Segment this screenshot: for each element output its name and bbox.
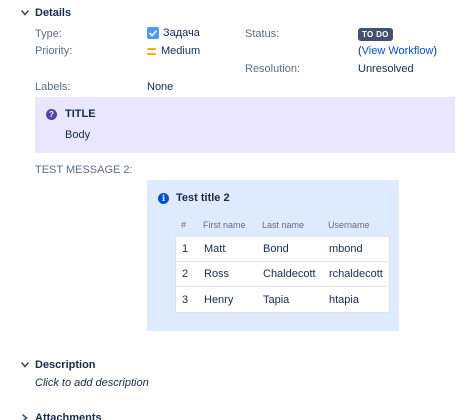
table-cell: htapia xyxy=(329,293,359,306)
note-panel: ? TITLE Body xyxy=(35,97,455,153)
table-row: 1 Matt Bond mbond xyxy=(176,237,389,262)
note-panel-body: Body xyxy=(65,129,91,141)
details-section-toggle[interactable]: Details xyxy=(20,7,71,19)
attachments-section-toggle[interactable]: Attachments xyxy=(20,412,102,420)
users-table: # First name Last name Username 1 Matt B… xyxy=(175,214,390,313)
table-cell: rchaldecott xyxy=(329,268,383,280)
type-value: Задача xyxy=(147,27,200,39)
workflow-paren-close: ) xyxy=(433,45,438,57)
priority-label: Priority: xyxy=(35,45,73,57)
priority-value-text: Medium xyxy=(161,45,201,57)
info-circle-icon: i xyxy=(158,192,169,204)
details-heading: Details xyxy=(35,7,72,19)
table-cell: mbond xyxy=(329,243,363,255)
description-heading: Description xyxy=(35,359,96,371)
table-body: 1 Matt Bond mbond 2 Ross Chaldecott rcha… xyxy=(175,236,390,313)
attachments-heading: Attachments xyxy=(35,412,102,420)
note-panel-title-text: TITLE xyxy=(65,108,96,120)
table-cell: 1 xyxy=(182,243,189,255)
note-panel-title: ? TITLE xyxy=(46,108,96,120)
resolution-label: Resolution: xyxy=(245,63,301,75)
priority-medium-icon xyxy=(147,47,156,55)
table-header: # First name Last name Username xyxy=(175,214,390,236)
table-cell: Tapia xyxy=(263,293,290,306)
description-section-toggle[interactable]: Description xyxy=(20,359,96,371)
view-workflow: (View Workflow) xyxy=(358,45,437,57)
table-cell: Chaldecott xyxy=(263,268,316,280)
table-cell: Ross xyxy=(204,268,230,280)
resolution-value: Unresolved xyxy=(358,63,414,75)
status-label: Status: xyxy=(245,28,280,40)
column-header: First name xyxy=(203,220,246,230)
info-panel-title: i Test title 2 xyxy=(158,192,230,204)
table-cell: 3 xyxy=(182,293,189,306)
info-panel: i Test title 2 # First name Last name Us… xyxy=(147,180,399,331)
table-row: 3 Henry Tapia htapia xyxy=(176,287,389,312)
table-cell: Henry xyxy=(204,293,234,306)
table-cell: 2 xyxy=(182,268,189,280)
column-header: Last name xyxy=(262,220,305,230)
type-label: Type: xyxy=(35,28,62,40)
status-badge[interactable]: TO DO xyxy=(358,28,393,41)
type-value-text: Задача xyxy=(163,27,200,39)
chevron-down-icon xyxy=(20,8,30,18)
column-header: Username xyxy=(328,220,370,230)
labels-label: Labels: xyxy=(35,81,71,93)
checkbox-icon xyxy=(147,27,159,39)
info-panel-title-text: Test title 2 xyxy=(176,192,230,204)
chevron-right-icon xyxy=(20,413,30,420)
column-header: # xyxy=(181,220,187,230)
labels-value[interactable]: None xyxy=(147,81,173,93)
test-message-label: TEST MESSAGE 2: xyxy=(35,164,133,176)
table-cell: Bond xyxy=(263,243,289,255)
table-cell: Matt xyxy=(204,243,226,255)
question-circle-icon: ? xyxy=(46,108,57,120)
description-placeholder[interactable]: Click to add description xyxy=(35,377,149,389)
chevron-down-icon xyxy=(20,360,30,370)
view-workflow-link[interactable]: View Workflow xyxy=(362,45,434,57)
table-row: 2 Ross Chaldecott rchaldecott xyxy=(176,262,389,287)
priority-value: Medium xyxy=(147,45,200,57)
